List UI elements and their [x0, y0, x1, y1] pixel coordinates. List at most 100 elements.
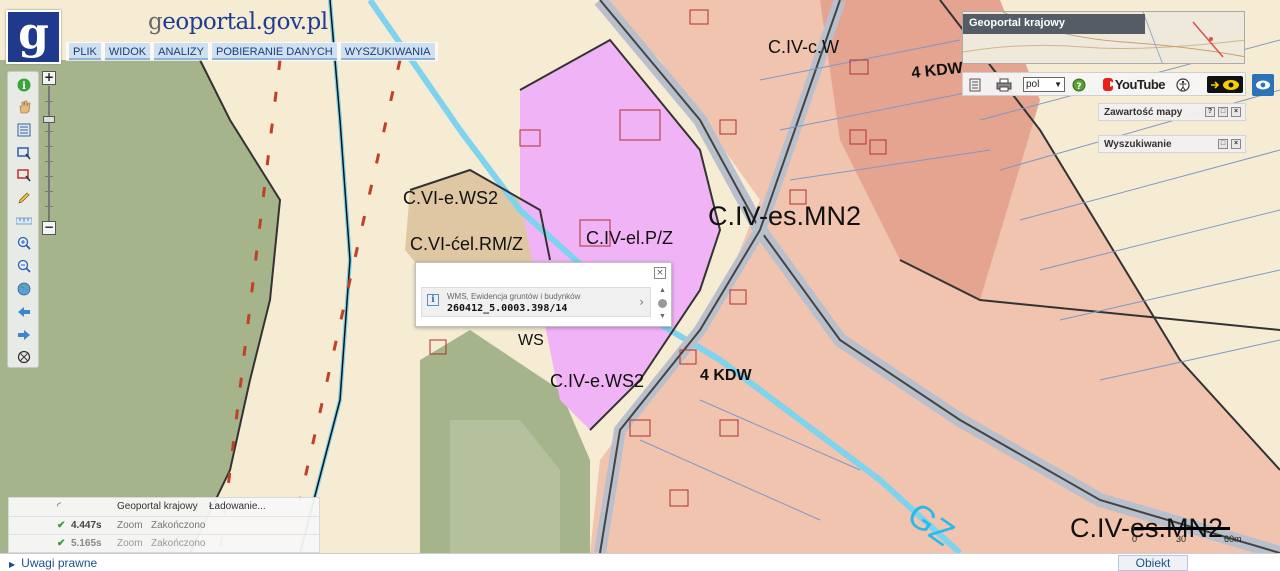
feature-info-popup: × i WMS, Ewidencja gruntów i budynków 26…	[415, 262, 672, 327]
map-label: C.VI-ćel.RM/Z	[410, 234, 523, 254]
spinner-icon: ◜	[57, 501, 61, 512]
menu-analizy[interactable]: ANALIZY	[154, 43, 208, 60]
zoom-in-icon[interactable]	[15, 234, 32, 251]
log-action: Zoom	[117, 538, 143, 549]
menu-widok[interactable]: WIDOK	[104, 43, 151, 60]
feature-source: WMS, Ewidencja gruntów i budynków	[447, 292, 581, 301]
log-row: ◜ Geoportal krajowy Ładowanie...	[9, 498, 321, 516]
zoom-thumb[interactable]	[43, 116, 55, 123]
legal-notes-link[interactable]: ▶ Uwagi prawne	[9, 556, 97, 570]
overview-title: Geoportal krajowy	[963, 14, 1145, 34]
restore-icon[interactable]: □	[1218, 107, 1228, 117]
zoom-plus-button[interactable]: +	[42, 71, 56, 85]
popup-scrollbar[interactable]: ▲ ▼	[657, 287, 669, 325]
info-icon: i	[427, 294, 439, 306]
map-label: C.IV-e.WS2	[550, 371, 644, 391]
layers-list-icon[interactable]	[15, 121, 32, 138]
map-toolbar: i	[7, 71, 39, 368]
zoom-slider: + −	[42, 71, 56, 235]
main-menu: PLIK WIDOK ANALIZY POBIERANIE DANYCH WYS…	[66, 42, 438, 61]
geoportal-logo[interactable]: g	[6, 10, 61, 64]
scroll-thumb[interactable]	[658, 299, 667, 308]
info-icon[interactable]: i	[15, 76, 32, 93]
bottom-bar: ▶ Uwagi prawne Obiekt	[0, 553, 1280, 571]
map-content-title: Zawartość mapy	[1104, 107, 1183, 118]
log-row: ✔ 4.447s Zoom Zakończono	[9, 516, 321, 534]
site-title-rest: eoportal.gov.pl	[162, 9, 328, 35]
menu-pobieranie-danych[interactable]: POBIERANIE DANYCH	[212, 43, 337, 60]
draw-pencil-icon[interactable]	[15, 189, 32, 206]
log-status: Zakończono	[151, 538, 206, 549]
scroll-down-icon[interactable]: ▼	[659, 313, 666, 320]
menu-wyszukiwania[interactable]: WYSZUKIWANIA	[340, 43, 435, 60]
youtube-link[interactable]: YouTube	[1103, 76, 1166, 93]
zoom-tick	[45, 161, 53, 162]
legend-icon[interactable]	[967, 76, 983, 93]
help-icon[interactable]: ?	[1071, 76, 1087, 93]
pan-hand-icon[interactable]	[15, 98, 32, 115]
scale-label: 0	[1132, 534, 1138, 544]
next-view-icon[interactable]	[15, 326, 32, 343]
close-icon[interactable]: ×	[1231, 107, 1241, 117]
scale-bar: 0 30 60m	[1130, 524, 1245, 548]
full-extent-globe-icon[interactable]	[15, 280, 32, 297]
zoom-minus-button[interactable]: −	[42, 221, 56, 235]
log-status: Ładowanie...	[209, 501, 266, 512]
chevron-right-icon: ›	[639, 295, 644, 309]
log-time: 4.447s	[71, 520, 102, 531]
svg-text:?: ?	[1076, 82, 1081, 92]
map-content-panel[interactable]: Zawartość mapy ? □ ×	[1098, 103, 1246, 121]
map-label: WS	[518, 332, 544, 349]
check-icon: ✔	[57, 538, 66, 549]
overview-map[interactable]: Geoportal krajowy	[962, 11, 1245, 64]
menu-plik[interactable]: PLIK	[69, 43, 101, 60]
search-panel-title: Wyszukiwanie	[1104, 139, 1172, 150]
print-icon[interactable]	[995, 76, 1013, 93]
logo-letter: g	[18, 8, 49, 59]
select-area-icon[interactable]	[15, 144, 32, 161]
high-contrast-eye-icon[interactable]	[1207, 76, 1243, 93]
log-action: Zoom	[117, 520, 143, 531]
zoom-tick	[45, 176, 53, 177]
zoom-tick	[45, 146, 53, 147]
scale-bar-line	[1134, 527, 1230, 530]
clear-selection-icon[interactable]	[15, 166, 32, 183]
help-icon[interactable]: ?	[1205, 107, 1215, 117]
log-status: Zakończono	[151, 520, 206, 531]
site-title-first: g	[148, 9, 163, 35]
zoom-tick	[45, 191, 53, 192]
right-toolbar: pol ▼ ? YouTube	[962, 72, 1246, 96]
close-icon[interactable]: ×	[654, 267, 666, 279]
zoom-tick	[45, 101, 53, 102]
accessibility-icon[interactable]	[1175, 76, 1191, 93]
scale-label: 30	[1176, 534, 1187, 544]
zoom-track[interactable]	[48, 86, 50, 221]
restore-icon[interactable]: □	[1218, 139, 1228, 149]
language-select[interactable]: pol ▼	[1023, 77, 1065, 92]
check-icon: ✔	[57, 520, 66, 531]
close-icon[interactable]: ×	[1231, 139, 1241, 149]
parcel-id: 260412_5.0003.398/14	[447, 303, 568, 314]
crosshair-icon[interactable]	[15, 348, 32, 365]
svg-text:i: i	[22, 81, 26, 92]
previous-view-icon[interactable]	[15, 303, 32, 320]
search-panel[interactable]: Wyszukiwanie □ ×	[1098, 135, 1246, 153]
map-label: C.IV-es.MN2	[708, 201, 861, 231]
legal-notes-label: Uwagi prawne	[21, 556, 98, 570]
request-log: ◜ Geoportal krajowy Ładowanie... ✔ 4.447…	[8, 497, 321, 553]
measure-icon[interactable]	[15, 212, 32, 229]
map-label: 4 KDW	[700, 367, 752, 384]
zoom-tick	[45, 206, 53, 207]
map-label: C.VI-e.WS2	[403, 188, 498, 208]
geoportal-app: C.IV-c.W 4 KDW C.VI-e.WS2 C.VI-ćel.RM/Z …	[0, 0, 1280, 571]
zoom-out-icon[interactable]	[15, 257, 32, 274]
youtube-play-icon	[1103, 78, 1116, 91]
log-time: 5.165s	[71, 538, 102, 549]
map-label: C.IV-el.P/Z	[586, 228, 673, 248]
chevron-down-icon: ▼	[1054, 80, 1062, 89]
scroll-up-icon[interactable]: ▲	[659, 287, 666, 294]
object-button[interactable]: Obiekt	[1118, 555, 1188, 571]
toggle-view-eye-icon[interactable]	[1252, 74, 1274, 96]
feature-info-row[interactable]: i WMS, Ewidencja gruntów i budynków 2604…	[421, 287, 651, 317]
triangle-right-icon: ▶	[9, 560, 16, 569]
